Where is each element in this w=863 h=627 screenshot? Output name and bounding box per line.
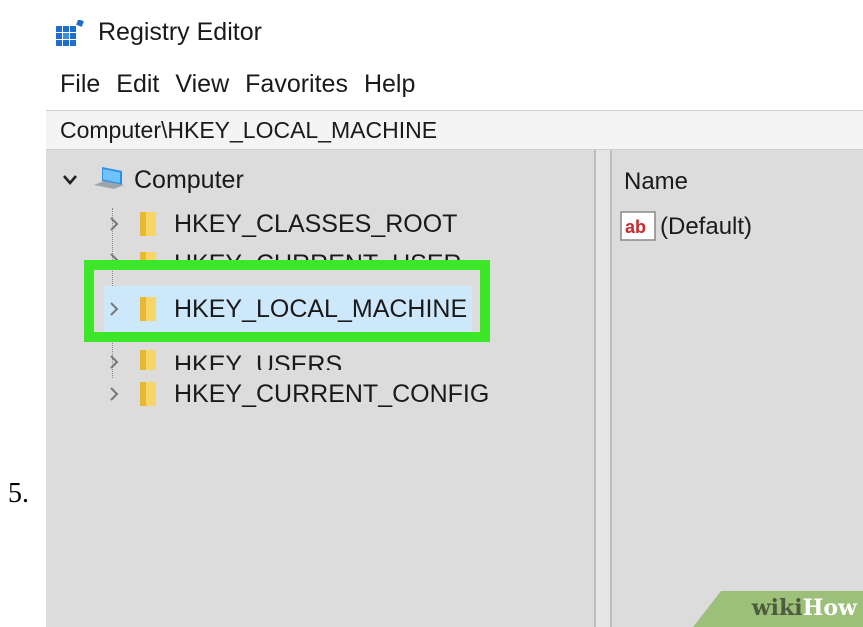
window-title: Registry Editor bbox=[98, 18, 262, 46]
folder-icon bbox=[140, 297, 156, 321]
address-path: Computer\HKEY_LOCAL_MACHINE bbox=[60, 116, 438, 143]
svg-text:ab: ab bbox=[625, 217, 646, 237]
tree-item-hkey-current-user[interactable]: HKEY_CURRENT_USER bbox=[104, 244, 462, 268]
chevron-down-icon[interactable] bbox=[60, 170, 80, 190]
watermark-text: wikiHow bbox=[752, 595, 857, 621]
column-header-name[interactable]: Name bbox=[624, 168, 688, 196]
watermark-how: How bbox=[802, 595, 857, 621]
tree-item-hkey-current-config[interactable]: HKEY_CURRENT_CONFIG bbox=[104, 374, 489, 414]
value-row[interactable]: ab (Default) bbox=[620, 210, 752, 244]
menu-file[interactable]: File bbox=[60, 70, 100, 99]
string-value-icon: ab bbox=[620, 211, 656, 241]
pane-splitter[interactable] bbox=[594, 150, 612, 627]
chevron-right-icon[interactable] bbox=[104, 384, 124, 404]
watermark-wiki: wiki bbox=[751, 595, 803, 621]
watermark: wikiHow bbox=[693, 583, 863, 627]
registry-editor-icon bbox=[56, 20, 84, 46]
tree-pane[interactable]: Computer HKEY_CLASSES_ROOT HKEY_CURRENT_… bbox=[46, 150, 594, 627]
folder-icon bbox=[140, 350, 156, 370]
tree-item-hkey-classes-root[interactable]: HKEY_CLASSES_ROOT bbox=[104, 204, 457, 244]
value-name: (Default) bbox=[660, 213, 753, 240]
menu-favorites[interactable]: Favorites bbox=[245, 70, 348, 99]
step-number: 5. bbox=[8, 478, 29, 509]
tree-label-computer: Computer bbox=[134, 165, 244, 194]
menu-bar: File Edit View Favorites Help bbox=[46, 64, 863, 104]
menu-edit[interactable]: Edit bbox=[116, 70, 159, 99]
tree-label: HKEY_CURRENT_CONFIG bbox=[174, 379, 490, 408]
chevron-right-icon[interactable] bbox=[104, 250, 124, 268]
title-bar: Registry Editor bbox=[46, 4, 863, 60]
address-bar[interactable]: Computer\HKEY_LOCAL_MACHINE bbox=[46, 110, 863, 150]
chevron-right-icon[interactable] bbox=[104, 352, 124, 370]
computer-icon bbox=[94, 167, 124, 189]
tree-label: HKEY_CURRENT_USER bbox=[174, 250, 462, 268]
tree-label: HKEY_CLASSES_ROOT bbox=[174, 209, 458, 238]
tree-label: HKEY_USERS bbox=[174, 351, 343, 370]
values-pane[interactable]: Name ab (Default) wikiHow bbox=[612, 150, 863, 627]
folder-icon bbox=[140, 382, 156, 406]
tree-item-computer[interactable]: Computer bbox=[60, 160, 244, 200]
tree-label: HKEY_LOCAL_MACHINE bbox=[174, 294, 468, 323]
chevron-right-icon[interactable] bbox=[104, 299, 124, 319]
menu-help[interactable]: Help bbox=[364, 70, 415, 99]
tree-item-hkey-users[interactable]: HKEY_USERS bbox=[104, 346, 342, 370]
registry-editor-window: Registry Editor File Edit View Favorites… bbox=[46, 4, 863, 627]
folder-icon bbox=[140, 212, 156, 236]
menu-view[interactable]: View bbox=[175, 70, 229, 99]
tree-item-hkey-local-machine[interactable]: HKEY_LOCAL_MACHINE bbox=[104, 286, 472, 332]
chevron-right-icon[interactable] bbox=[104, 214, 124, 234]
folder-icon bbox=[140, 252, 156, 268]
